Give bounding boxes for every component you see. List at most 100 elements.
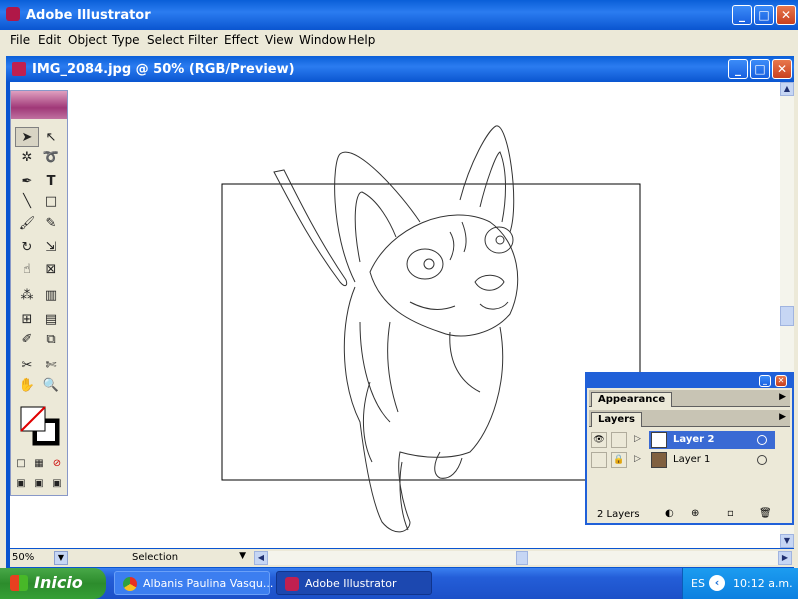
lock-icon[interactable]: 🔒 <box>611 452 627 468</box>
start-button[interactable]: Inicio <box>0 568 106 599</box>
start-label: Inicio <box>34 573 83 592</box>
screen-mode-full-icon[interactable]: ▣ <box>49 473 65 493</box>
direct-selection-tool-icon[interactable]: ↖ <box>39 127 63 147</box>
status-tool-box[interactable]: Selection ▼ <box>74 551 250 565</box>
eyedropper-tool-icon[interactable]: ✐ <box>15 329 39 349</box>
doc-close-button[interactable]: ✕ <box>772 59 792 79</box>
task-label: Albanis Paulina Vasqu... <box>143 577 274 590</box>
rectangle-tool-icon[interactable]: □ <box>39 191 63 211</box>
expand-triangle-icon[interactable]: ▷ <box>634 454 641 464</box>
menu-effect[interactable]: Effect <box>224 33 259 47</box>
screen-mode-full-menu-icon[interactable]: ▣ <box>31 473 47 493</box>
warp-tool-icon[interactable]: ☝ <box>15 259 39 279</box>
document-title-bar[interactable]: IMG_2084.jpg @ 50% (RGB/Preview) _ □ ✕ <box>6 56 794 82</box>
layer-name[interactable]: Layer 1 <box>673 454 710 465</box>
zoom-dropdown-icon[interactable]: ▼ <box>54 551 68 565</box>
rotate-tool-icon[interactable]: ↻ <box>15 237 39 257</box>
maximize-button[interactable]: □ <box>754 5 774 25</box>
lock-toggle[interactable] <box>611 432 627 448</box>
chrome-icon <box>123 577 137 591</box>
tab-layers[interactable]: Layers <box>591 412 642 427</box>
screen-mode-standard-icon[interactable]: ▣ <box>13 473 29 493</box>
horizontal-scrollbar[interactable]: ◀ ▶ <box>254 551 792 565</box>
lasso-tool-icon[interactable]: ➰ <box>39 147 63 167</box>
menu-help[interactable]: Help <box>348 33 375 47</box>
windows-flag-icon <box>10 575 28 591</box>
blend-tool-icon[interactable]: ⧉ <box>39 329 63 349</box>
menu-select[interactable]: Select <box>147 33 184 47</box>
zoom-level[interactable]: 50% <box>12 552 34 563</box>
paintbrush-tool-icon[interactable]: 🖌 <box>15 213 39 233</box>
none-mode-icon[interactable]: ⊘ <box>49 453 65 473</box>
expand-triangle-icon[interactable]: ▷ <box>634 434 641 444</box>
doc-minimize-button[interactable]: _ <box>728 59 748 79</box>
illustrator-icon[interactable] <box>6 7 20 21</box>
make-clipping-mask-icon[interactable]: ◐ <box>665 508 674 519</box>
panel-minimize-button[interactable]: _ <box>759 375 771 387</box>
menu-filter[interactable]: Filter <box>188 33 218 47</box>
close-button[interactable]: ✕ <box>776 5 796 25</box>
column-graph-tool-icon[interactable]: ▥ <box>39 285 63 305</box>
status-dropdown-icon[interactable]: ▼ <box>239 551 246 561</box>
task-chrome[interactable]: Albanis Paulina Vasqu... <box>114 571 274 595</box>
color-mode-icon[interactable]: □ <box>13 453 29 473</box>
windows-taskbar: Inicio Albanis Paulina Vasqu... Adobe Il… <box>0 568 798 599</box>
appearance-menu-arrow-icon[interactable]: ▶ <box>779 392 786 402</box>
line-segment-tool-icon[interactable]: ╲ <box>15 191 39 211</box>
magic-wand-tool-icon[interactable]: ✲ <box>15 147 39 167</box>
scroll-up-arrow-icon[interactable]: ▲ <box>780 82 794 96</box>
vertical-scroll-thumb[interactable] <box>780 306 794 326</box>
hand-tool-icon[interactable]: ✋ <box>15 375 39 395</box>
gradient-mode-icon[interactable]: ▦ <box>31 453 47 473</box>
pencil-tool-icon[interactable]: ✎ <box>39 213 63 233</box>
minimize-button[interactable]: _ <box>732 5 752 25</box>
scale-tool-icon[interactable]: ⇲ <box>39 237 63 257</box>
mesh-tool-icon[interactable]: ⊞ <box>15 309 39 329</box>
scroll-right-arrow-icon[interactable]: ▶ <box>778 551 792 565</box>
language-indicator[interactable]: ES <box>691 577 705 590</box>
layers-menu-arrow-icon[interactable]: ▶ <box>779 412 786 422</box>
zoom-tool-icon[interactable]: 🔍 <box>39 375 63 395</box>
selection-tool-icon[interactable]: ➤ <box>15 127 39 147</box>
tray-expand-icon[interactable]: ‹ <box>709 575 725 591</box>
free-transform-tool-icon[interactable]: ⊠ <box>39 259 63 279</box>
type-tool-icon[interactable]: T <box>39 171 63 191</box>
fill-stroke-swatches[interactable] <box>19 405 63 449</box>
tab-appearance[interactable]: Appearance <box>591 392 673 407</box>
layer-row-1[interactable]: 🔒 ▷ Layer 1 <box>589 450 790 470</box>
menu-file[interactable]: File <box>10 33 30 47</box>
document-title: IMG_2084.jpg @ 50% (RGB/Preview) <box>32 62 295 77</box>
panel-close-button[interactable]: ✕ <box>775 375 787 387</box>
scissors-tool-icon[interactable]: ✄ <box>39 355 63 375</box>
menu-view[interactable]: View <box>265 33 293 47</box>
system-tray: ES ‹ 10:12 a.m. <box>682 568 798 599</box>
layer-name[interactable]: Layer 2 <box>673 434 714 445</box>
app-title-bar[interactable]: Adobe Illustrator _ □ ✕ <box>0 0 798 30</box>
trash-icon[interactable]: 🗑 <box>759 508 772 519</box>
clock[interactable]: 10:12 a.m. <box>733 577 793 590</box>
menu-object[interactable]: Object <box>68 33 107 47</box>
layer-row-2[interactable]: 👁 ▷ Layer 2 <box>589 430 790 450</box>
symbol-sprayer-tool-icon[interactable]: ⁂ <box>15 285 39 305</box>
menu-edit[interactable]: Edit <box>38 33 61 47</box>
target-circle-icon[interactable] <box>757 435 767 445</box>
visibility-eye-icon[interactable] <box>591 452 607 468</box>
document-icon <box>12 62 26 76</box>
scroll-down-arrow-icon[interactable]: ▼ <box>780 534 794 548</box>
visibility-eye-icon[interactable]: 👁 <box>591 432 607 448</box>
menu-window[interactable]: Window <box>299 33 346 47</box>
doc-maximize-button[interactable]: □ <box>750 59 770 79</box>
pen-tool-icon[interactable]: ✒ <box>15 171 39 191</box>
layers-tab-row: Layers ▶ <box>589 410 790 427</box>
target-circle-icon[interactable] <box>757 455 767 465</box>
image-bounding-box <box>221 183 641 481</box>
menu-type[interactable]: Type <box>112 33 140 47</box>
gradient-tool-icon[interactable]: ▤ <box>39 309 63 329</box>
task-illustrator[interactable]: Adobe Illustrator <box>276 571 432 595</box>
scroll-left-arrow-icon[interactable]: ◀ <box>254 551 268 565</box>
panel-title-bar[interactable]: _ ✕ <box>587 374 792 388</box>
new-sublayer-icon[interactable]: ⊕ <box>691 508 699 519</box>
horizontal-scroll-thumb[interactable] <box>516 551 528 565</box>
slice-tool-icon[interactable]: ✂ <box>15 355 39 375</box>
new-layer-icon[interactable]: ▫ <box>727 508 734 519</box>
